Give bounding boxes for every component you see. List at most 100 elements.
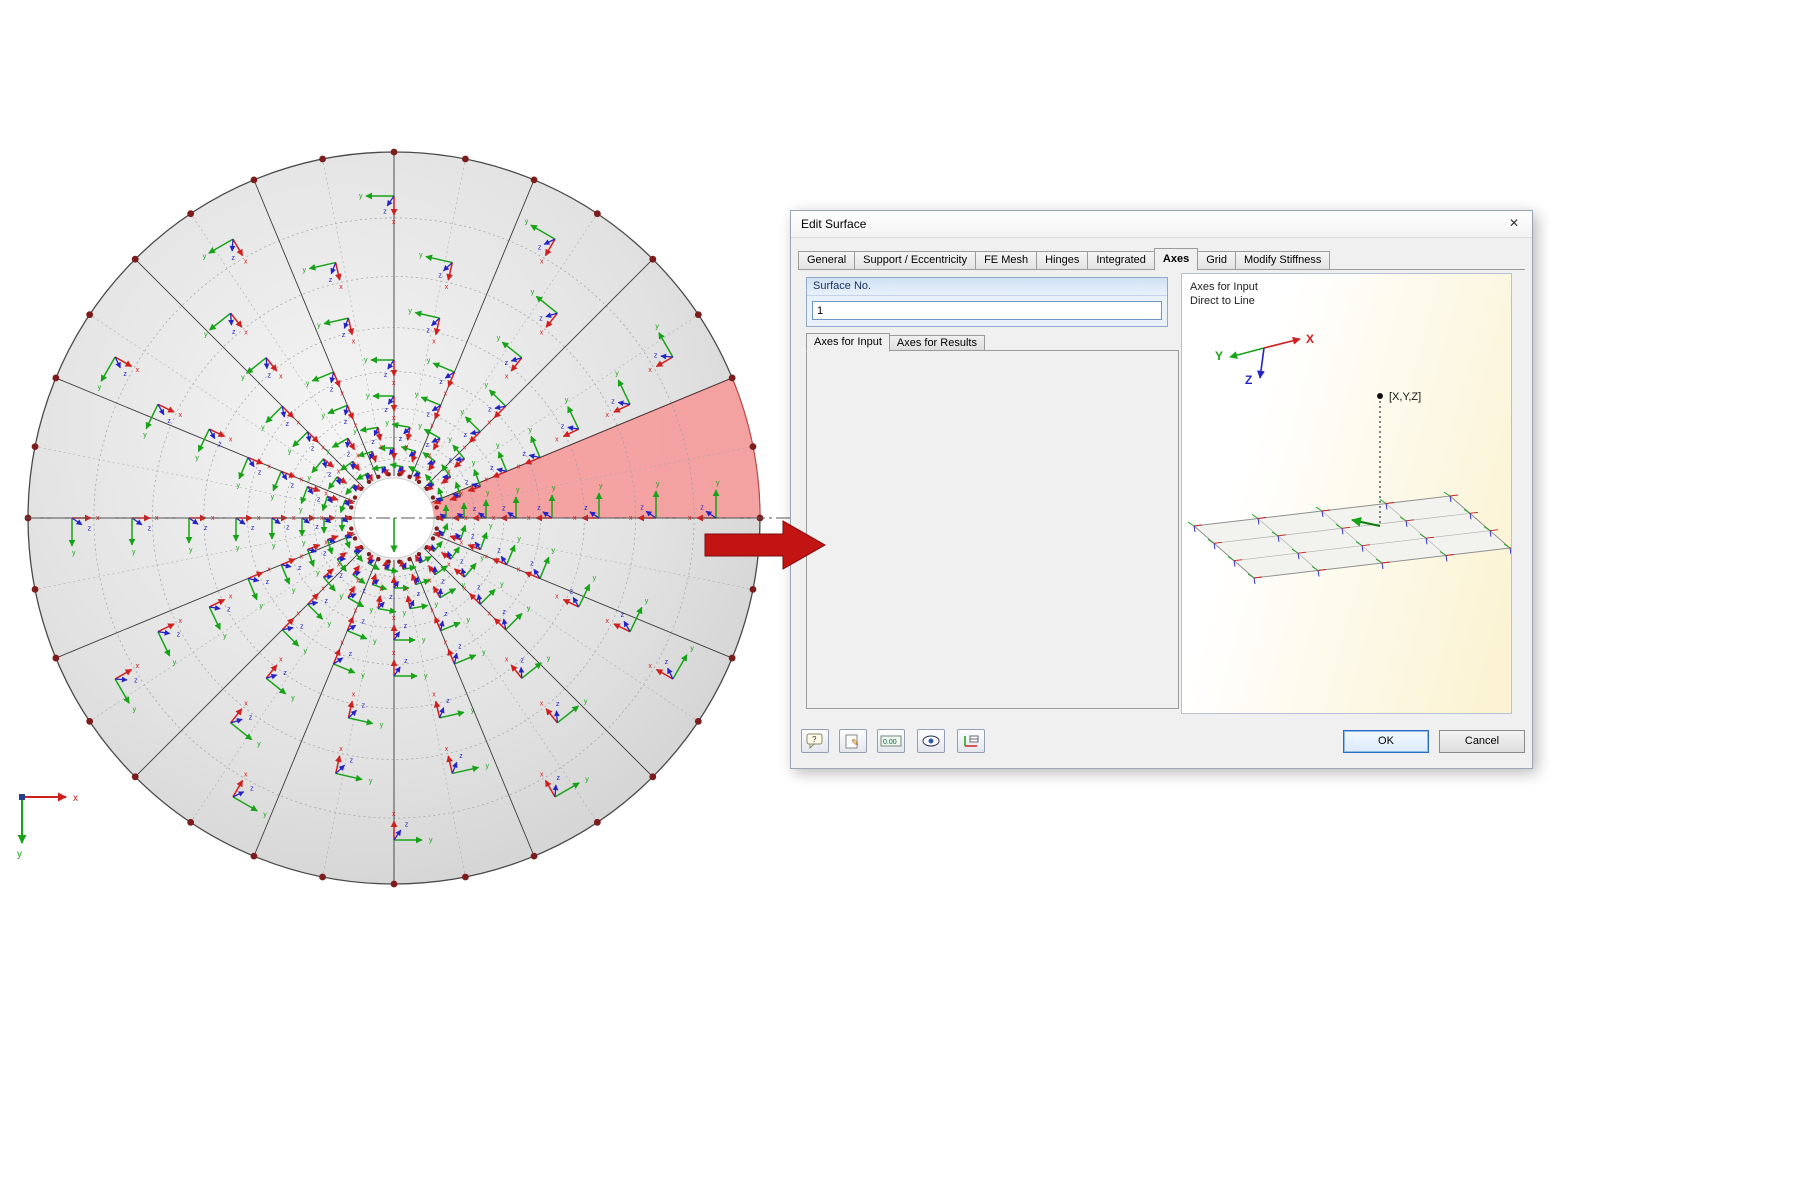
svg-text:y: y [593,575,597,582]
svg-text:z: z [441,579,445,586]
svg-text:x: x [324,490,328,497]
svg-text:x: x [428,577,432,584]
svg-text:z: z [537,505,541,512]
svg-text:x: x [279,657,283,664]
cancel-button[interactable]: Cancel [1439,730,1525,753]
tab-hinges[interactable]: Hinges [1036,251,1089,270]
tab-modify-stiffness[interactable]: Modify Stiffness [1234,251,1331,270]
decimal-places-button[interactable]: 0.00 [877,729,905,753]
edit-comment-button[interactable]: ✎ [839,729,867,753]
help-comment-button[interactable]: ? [801,729,829,753]
svg-text:z: z [249,714,253,721]
screenshot-root: yxzyxzyxzyxzyxzyxzyxzyxzyxzyxzyxzyxzyxzy… [0,0,1809,1202]
svg-text:z: z [465,480,469,487]
svg-text:z: z [250,786,254,793]
ok-button[interactable]: OK [1343,730,1429,753]
svg-text:z: z [471,533,475,540]
tab-fe-mesh[interactable]: FE Mesh [975,251,1038,270]
svg-text:x: x [354,607,358,614]
svg-text:x: x [379,444,383,451]
svg-text:y: y [291,695,295,702]
preview-target-point [1377,393,1383,399]
svg-text:y: y [496,442,500,449]
svg-text:y: y [143,432,147,439]
svg-text:x: x [484,477,488,484]
svg-text:y: y [380,722,384,729]
svg-text:x: x [354,423,358,430]
select-axes-button[interactable] [957,729,985,753]
svg-text:z: z [232,329,236,336]
svg-text:?: ? [812,735,817,744]
surface-no-input[interactable] [812,301,1162,320]
svg-text:y: y [485,382,489,389]
subtab-axes-for-results[interactable]: Axes for Results [888,335,985,351]
svg-text:y: y [489,523,493,530]
svg-text:z: z [611,398,615,405]
svg-text:y: y [408,308,412,315]
svg-text:x: x [279,373,283,380]
tab-integrated[interactable]: Integrated [1087,251,1155,270]
svg-text:x: x [430,607,434,614]
svg-text:z: z [383,209,387,216]
svg-text:x: x [405,586,409,593]
svg-text:y: y [528,427,532,434]
svg-text:z: z [488,407,492,414]
tab-grid[interactable]: Grid [1197,251,1236,270]
svg-text:z: z [232,255,236,262]
svg-text:x: x [505,373,509,380]
svg-text:z: z [389,594,393,601]
tab-general[interactable]: General [798,251,856,270]
svg-text:z: z [561,423,565,430]
svg-text:y: y [321,413,325,420]
svg-text:y: y [317,322,321,329]
svg-text:y: y [292,588,296,595]
svg-text:x: x [392,219,396,226]
svg-text:z: z [490,465,494,472]
svg-text:x: x [445,284,449,291]
svg-text:y: y [340,593,344,600]
preview-caption-line1: Axes for Input [1190,281,1258,293]
display-properties-button[interactable] [917,729,945,753]
edit-surface-dialog: Edit Surface ✕ General Support / Eccentr… [790,210,1533,769]
svg-text:y: y [460,409,464,416]
svg-text:y: y [17,849,22,860]
svg-text:y: y [361,672,365,679]
svg-text:y: y [497,335,501,342]
svg-text:x: x [432,691,436,698]
close-icon[interactable]: ✕ [1502,214,1526,233]
svg-text:z: z [384,372,388,379]
svg-text:x: x [300,477,304,484]
svg-text:z: z [444,611,448,618]
svg-text:x: x [392,615,396,622]
svg-text:0.00: 0.00 [883,739,897,746]
svg-text:x: x [392,811,396,818]
subtab-axes-for-input[interactable]: Axes for Input [806,333,890,352]
svg-text:z: z [344,419,348,426]
svg-text:y: y [385,420,389,427]
axes-preview-panel: Axes for Input Direct to Line X Y Z [X,Y… [1181,273,1519,714]
help-comment-icon: ? [806,733,823,749]
tab-axes[interactable]: Axes [1153,248,1199,271]
svg-text:y: y [132,549,136,556]
svg-text:x: x [540,700,544,707]
svg-text:y: y [585,776,589,783]
svg-text:z: z [291,483,295,490]
svg-text:x: x [540,259,544,266]
svg-text:z: z [522,451,526,458]
svg-text:y: y [236,545,240,552]
svg-text:z: z [426,327,430,334]
axes-subtabs: Axes for Input Axes for Results [806,332,985,352]
svg-text:z: z [227,607,231,614]
svg-text:z: z [426,442,430,449]
svg-text:y: y [485,763,489,770]
tab-support-eccentricity[interactable]: Support / Eccentricity [854,251,977,270]
svg-text:x: x [606,618,610,625]
svg-text:y: y [584,699,588,706]
svg-text:x: x [73,793,78,804]
svg-text:z: z [502,609,506,616]
svg-text:z: z [439,379,443,386]
svg-text:y: y [467,617,471,624]
svg-text:z: z [177,632,181,639]
svg-text:z: z [446,698,450,705]
window-titlebar: Edit Surface ✕ [791,211,1532,238]
